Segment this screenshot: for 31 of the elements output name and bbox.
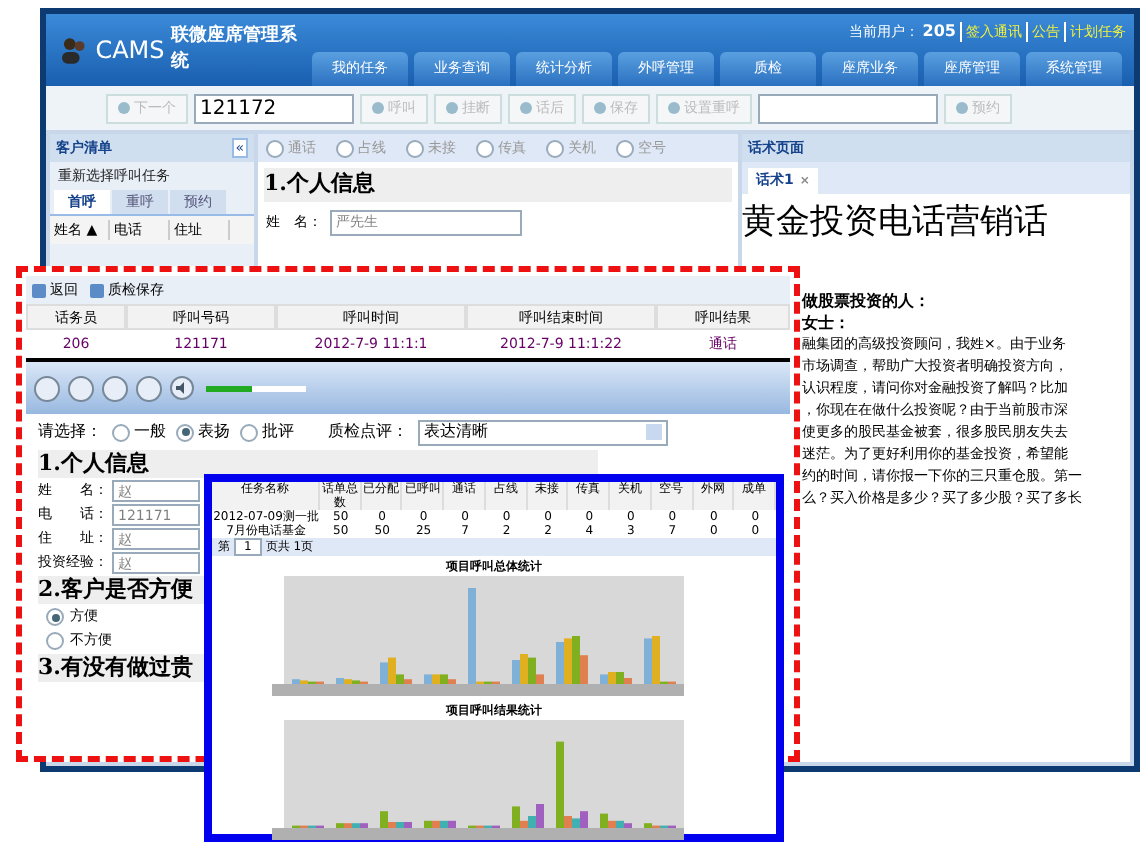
number-field[interactable] — [758, 93, 938, 123]
choose-label: 请选择： — [38, 420, 102, 444]
radio-label: 表扬 — [198, 420, 230, 444]
radio-button[interactable] — [406, 139, 424, 157]
radio-button[interactable] — [112, 423, 130, 441]
radio-label: 一般 — [134, 420, 166, 444]
radio-button[interactable] — [616, 139, 634, 157]
volume-icon[interactable] — [170, 376, 194, 400]
volume-slider[interactable] — [206, 385, 306, 391]
section-heading: 1.个人信息 — [264, 168, 732, 201]
comment-label: 质检点评： — [328, 420, 408, 444]
radio-label: 批评 — [262, 420, 294, 444]
chevron-icon — [646, 424, 662, 440]
section-heading: 1.个人信息 — [38, 450, 598, 478]
brand-name: CAMS — [95, 34, 165, 68]
comment-select[interactable]: 表达清晰 — [418, 419, 668, 445]
radio-button[interactable] — [476, 139, 494, 157]
script-line: 做股票投资的人： — [802, 289, 932, 311]
app-title: 联微座席管理系统 — [170, 23, 299, 76]
radio-button[interactable] — [546, 139, 564, 157]
people-icon — [58, 34, 90, 66]
radio-button[interactable] — [46, 632, 64, 650]
radio-button[interactable] — [266, 139, 284, 157]
radio-button[interactable] — [176, 423, 194, 441]
script-line: 女士： — [802, 311, 852, 333]
radio-button[interactable] — [46, 608, 64, 626]
user-id: 205 — [922, 20, 956, 44]
radio-button[interactable] — [240, 423, 258, 441]
script-heading: 黄金投资电话营销话 — [742, 200, 1050, 246]
radio-button[interactable] — [336, 139, 354, 157]
number-field[interactable]: 121172 — [194, 93, 354, 123]
